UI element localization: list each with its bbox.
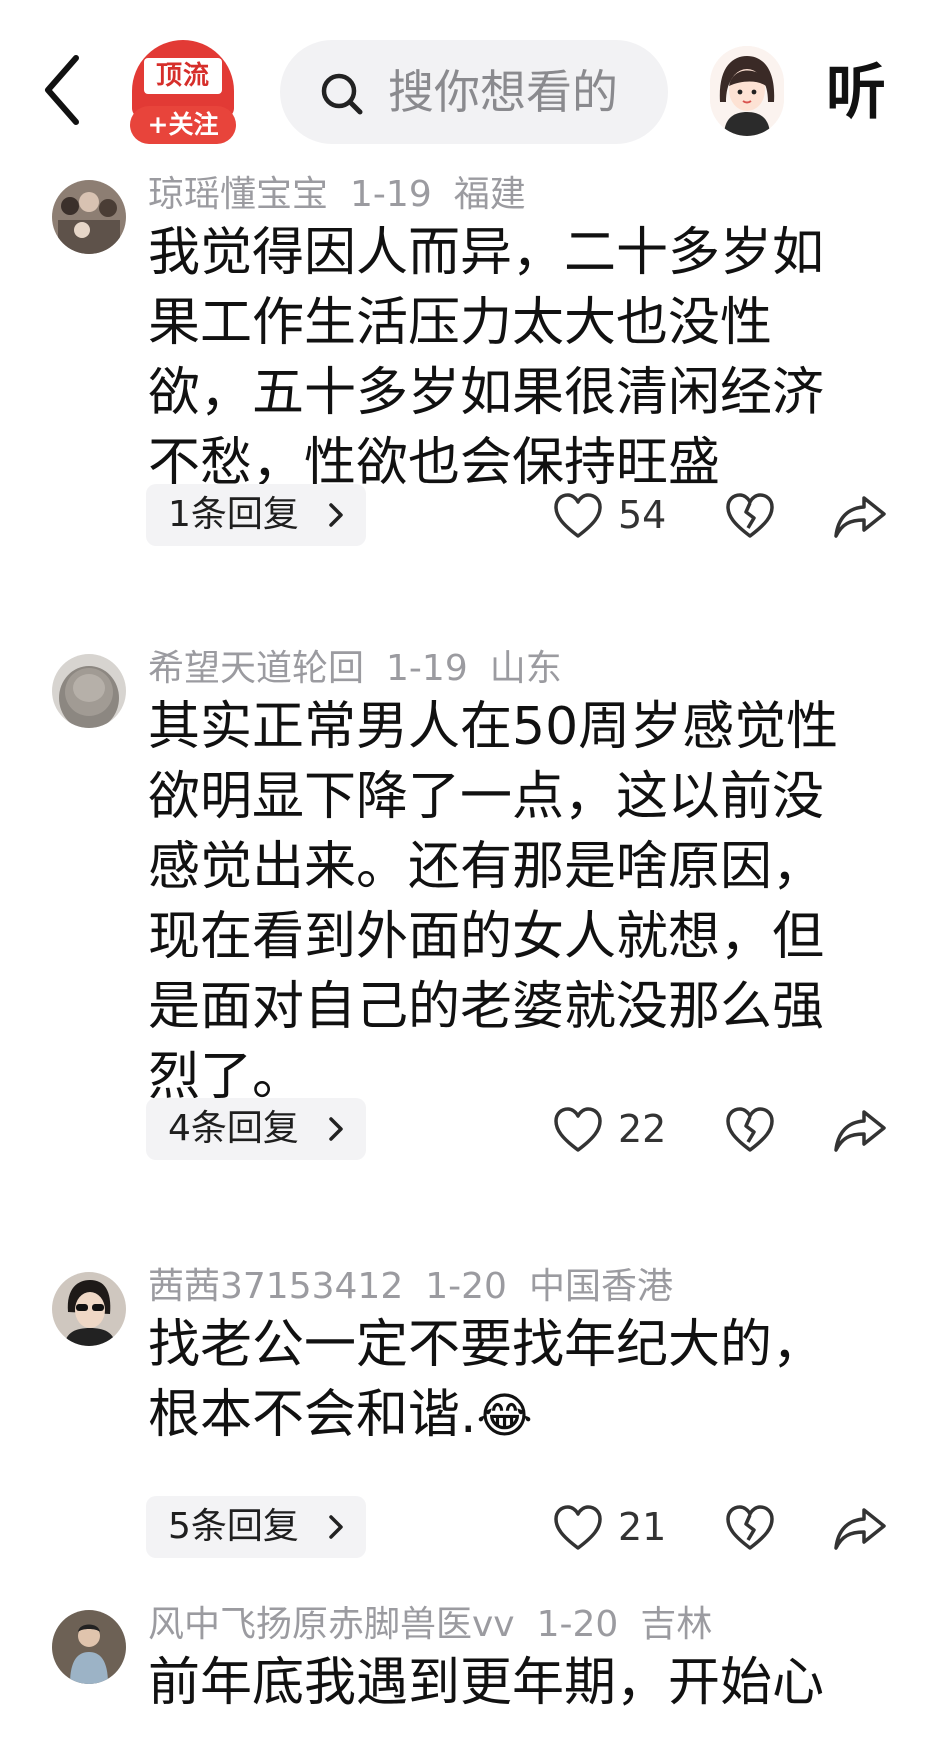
comment-location: 中国香港 — [528, 1266, 673, 1307]
comment-item: 琼瑶懂宝宝 1-19 福建 我觉得因人而异，二十多岁如 果工作生活压力太大也没性 欲… — [0, 170, 946, 610]
chevron-right-icon — [329, 503, 343, 527]
share-button[interactable] — [832, 1098, 892, 1160]
comment-username[interactable]: 希望天道轮回 — [148, 648, 364, 689]
group-photo-avatar-icon — [52, 180, 126, 254]
share-arrow-icon — [834, 1508, 886, 1550]
broken-heart-icon — [726, 493, 774, 538]
heart-outline-icon — [554, 493, 602, 538]
comment-item: 茜茜37153412 1-20 中国香港 找老公一定不要找年纪大的， 根本不会和谐.… — [0, 1262, 946, 1562]
view-replies-label: 5条回复 — [168, 1506, 299, 1547]
follow-button[interactable]: +关注 — [130, 106, 236, 144]
broken-heart-icon — [726, 1505, 774, 1550]
avatar[interactable] — [52, 1272, 126, 1346]
comment-text: 前年底我遇到更年期，开始心 — [148, 1653, 825, 1713]
comment-meta: 琼瑶懂宝宝 1-19 福建 — [148, 170, 548, 220]
comment-meta: 希望天道轮回 1-19 山东 — [148, 644, 584, 694]
comment-username[interactable]: 风中飞扬原赤脚兽医vv — [148, 1604, 515, 1645]
view-replies-label: 1条回复 — [168, 494, 299, 535]
like-count: 22 — [618, 1107, 667, 1151]
comment-item: 风中飞扬原赤脚兽医vv 1-20 吉林 前年底我遇到更年期，开始心 — [0, 1600, 946, 1760]
avatar-icon — [710, 46, 784, 136]
like-button[interactable]: 21 — [552, 1496, 682, 1558]
chevron-right-icon — [329, 1515, 343, 1539]
view-replies-label: 4条回复 — [168, 1108, 299, 1149]
user-avatar[interactable] — [710, 46, 784, 136]
comment-text: 找老公一定不要找年纪大的， 根本不会和谐.😂 — [148, 1310, 898, 1451]
comment-date: 1-20 — [425, 1266, 507, 1307]
avatar[interactable] — [52, 180, 126, 254]
woman-sunglasses-avatar-icon — [52, 1272, 126, 1346]
comment-username[interactable]: 琼瑶懂宝宝 — [148, 174, 328, 215]
broken-heart-icon — [726, 1107, 774, 1152]
man-portrait-avatar-icon — [52, 1610, 126, 1684]
heart-outline-icon — [554, 1107, 602, 1152]
listen-button[interactable]: 听 — [826, 48, 886, 138]
comment-meta: 风中飞扬原赤脚兽医vv 1-20 吉林 — [148, 1600, 734, 1650]
like-count: 54 — [618, 493, 667, 537]
comment-text: 其实正常男人在50周岁感觉性 欲明显下降了一点，这以前没 感觉出来。还有那是啥原… — [148, 697, 839, 1107]
dislike-button[interactable] — [722, 484, 778, 546]
share-arrow-icon — [834, 496, 886, 538]
comment-item: 希望天道轮回 1-19 山东 其实正常男人在50周岁感觉性 欲明显下降了一点，这以前… — [0, 644, 946, 1224]
share-button[interactable] — [832, 1496, 892, 1558]
comment-meta: 茜茜37153412 1-20 中国香港 — [148, 1262, 695, 1312]
comment-date: 1-19 — [386, 648, 468, 689]
channel-logo-text: 顶流 — [144, 58, 222, 94]
comment-location: 山东 — [489, 648, 562, 689]
comment-text: 我觉得因人而异，二十多岁如 果工作生活压力太大也没性 欲，五十多岁如果很清闲经济… — [148, 223, 825, 493]
dislike-button[interactable] — [722, 1098, 778, 1160]
search-placeholder: 搜你想看的 — [388, 65, 618, 119]
back-button[interactable] — [40, 50, 96, 130]
search-input[interactable]: 搜你想看的 — [280, 40, 668, 144]
dislike-button[interactable] — [722, 1496, 778, 1558]
comment-username[interactable]: 茜茜37153412 — [148, 1266, 403, 1307]
share-arrow-icon — [834, 1110, 886, 1152]
top-bar: 顶流 +关注 搜你想看的 听 — [0, 0, 946, 160]
like-button[interactable]: 54 — [552, 484, 682, 546]
laughing-crying-emoji-icon: 😂 — [476, 1388, 533, 1444]
like-count: 21 — [618, 1505, 667, 1549]
chevron-right-icon — [329, 1117, 343, 1141]
chevron-left-icon — [45, 55, 79, 125]
search-icon — [321, 73, 363, 115]
comment-location: 吉林 — [640, 1604, 713, 1645]
view-replies-button[interactable]: 4条回复 — [146, 1098, 366, 1160]
share-button[interactable] — [832, 484, 892, 546]
avatar[interactable] — [52, 1610, 126, 1684]
comment-location: 福建 — [453, 174, 526, 215]
heart-outline-icon — [554, 1505, 602, 1550]
view-replies-button[interactable]: 5条回复 — [146, 1496, 366, 1558]
avatar[interactable] — [52, 654, 126, 728]
channel-logo[interactable]: 顶流 +关注 — [130, 40, 236, 144]
like-button[interactable]: 22 — [552, 1098, 682, 1160]
comment-date: 1-20 — [536, 1604, 619, 1645]
view-replies-button[interactable]: 1条回复 — [146, 484, 366, 546]
comment-date: 1-19 — [350, 174, 432, 215]
bald-head-avatar-icon — [52, 654, 126, 728]
